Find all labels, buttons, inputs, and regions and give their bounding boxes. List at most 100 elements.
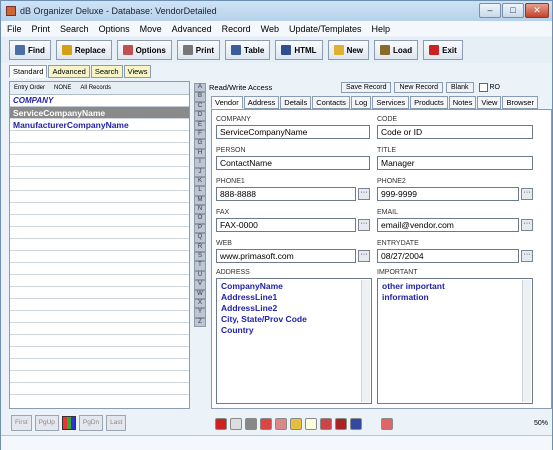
phone2-more-button[interactable]: ···	[521, 188, 533, 200]
person-field[interactable]: ContactName	[216, 156, 370, 170]
letter-o[interactable]: O	[194, 214, 206, 224]
letter-u[interactable]: U	[194, 270, 206, 281]
all-records-button[interactable]: All Records	[80, 85, 111, 91]
letter-f[interactable]: F	[194, 129, 206, 140]
search-record-icon[interactable]	[290, 418, 302, 430]
title-field[interactable]: Manager	[377, 156, 533, 170]
phone1-more-button[interactable]: ···	[358, 188, 370, 200]
letter-i[interactable]: I	[194, 158, 206, 168]
delete-icon[interactable]	[245, 418, 257, 430]
letter-q[interactable]: Q	[194, 233, 206, 243]
company-field[interactable]: ServiceCompanyName	[216, 125, 370, 139]
list-item[interactable]: ManufacturerCompanyName	[10, 119, 189, 131]
minimize-button[interactable]: –	[479, 3, 501, 18]
letter-k[interactable]: K	[194, 176, 206, 187]
tab-views[interactable]: Views	[123, 65, 152, 78]
list-item-empty[interactable]	[10, 191, 189, 203]
letter-w[interactable]: W	[194, 289, 206, 299]
load-button[interactable]: Load	[374, 40, 419, 60]
tab-contacts[interactable]: Contacts	[312, 96, 350, 109]
maximize-button[interactable]: □	[502, 3, 524, 18]
exit-button[interactable]: Exit	[423, 40, 463, 60]
letter-t[interactable]: T	[194, 261, 206, 271]
menu-move[interactable]: Move	[140, 24, 162, 34]
menu-help[interactable]: Help	[372, 24, 391, 34]
list-item-empty[interactable]	[10, 239, 189, 251]
fax-field[interactable]: FAX-0000	[216, 218, 356, 232]
letter-v[interactable]: V	[194, 280, 206, 290]
web-more-button[interactable]: ···	[358, 250, 370, 262]
letter-b[interactable]: B	[194, 92, 206, 102]
letter-h[interactable]: H	[194, 148, 206, 159]
tab-address[interactable]: Address	[243, 96, 280, 109]
address-scrollbar[interactable]	[361, 280, 370, 402]
menu-advanced[interactable]: Advanced	[172, 24, 212, 34]
entrydate-field[interactable]: 08/27/2004	[377, 249, 519, 263]
phone2-field[interactable]: 999-9999	[377, 187, 519, 201]
letter-a[interactable]: A	[194, 83, 206, 93]
menu-print[interactable]: Print	[32, 24, 51, 34]
first-record-button[interactable]: First	[11, 415, 32, 431]
important-textarea[interactable]: other important information	[377, 278, 533, 404]
html-button[interactable]: HTML	[275, 40, 323, 60]
menu-record[interactable]: Record	[222, 24, 251, 34]
letter-z[interactable]: Z	[194, 317, 206, 328]
list-item-empty[interactable]	[10, 383, 189, 395]
menu-file[interactable]: File	[7, 24, 22, 34]
phone1-field[interactable]: 888-8888	[216, 187, 356, 201]
letter-e[interactable]: E	[194, 120, 206, 130]
entrydate-more-button[interactable]: ···	[521, 250, 533, 262]
address-textarea[interactable]: CompanyName AddressLine1 AddressLine2 Ci…	[216, 278, 372, 404]
sort-none-button[interactable]: NONE	[54, 85, 71, 91]
page-up-button[interactable]: PgUp	[34, 415, 59, 431]
web-field[interactable]: www.primasoft.com	[216, 249, 356, 263]
list-item-empty[interactable]	[10, 275, 189, 287]
letter-y[interactable]: Y	[194, 308, 206, 318]
letter-x[interactable]: X	[194, 298, 206, 309]
tab-products[interactable]: Products	[410, 96, 448, 109]
letter-d[interactable]: D	[194, 111, 206, 121]
list-item-empty[interactable]	[10, 371, 189, 383]
letter-r[interactable]: R	[194, 242, 206, 253]
list-item-empty[interactable]	[10, 215, 189, 227]
list-item-empty[interactable]	[10, 251, 189, 263]
page-down-button[interactable]: PgDn	[78, 415, 104, 431]
arrow-left-icon[interactable]	[215, 418, 227, 430]
list-item-empty[interactable]	[10, 347, 189, 359]
letter-n[interactable]: N	[194, 205, 206, 215]
tab-browser[interactable]: Browser	[502, 96, 538, 109]
list-item-empty[interactable]	[10, 299, 189, 311]
document-icon[interactable]	[381, 418, 393, 430]
new-button[interactable]: New	[327, 40, 370, 60]
letter-p[interactable]: P	[194, 223, 206, 234]
tab-services[interactable]: Services	[372, 96, 410, 109]
tab-advanced[interactable]: Advanced	[48, 65, 90, 78]
last-record-button[interactable]: Last	[106, 415, 127, 431]
tab-details[interactable]: Details	[280, 96, 312, 109]
list-item-empty[interactable]	[10, 323, 189, 335]
export-icon[interactable]	[335, 418, 347, 430]
list-item-empty[interactable]	[10, 179, 189, 191]
report-icon[interactable]	[275, 418, 287, 430]
code-field[interactable]: Code or ID	[377, 125, 533, 139]
fax-more-button[interactable]: ···	[358, 219, 370, 231]
column-header-company[interactable]: COMPANY	[10, 95, 189, 107]
tab-standard[interactable]: Standard	[9, 65, 48, 78]
chart-icon[interactable]	[260, 418, 272, 430]
color-grid-icon[interactable]	[61, 416, 76, 430]
tab-view[interactable]: View	[477, 96, 502, 109]
save-record-button[interactable]: Save Record	[341, 82, 392, 93]
letter-l[interactable]: L	[194, 186, 206, 196]
menu-options[interactable]: Options	[99, 24, 130, 34]
table-button[interactable]: Table	[225, 40, 271, 60]
globe-icon[interactable]	[350, 418, 362, 430]
list-item-empty[interactable]	[10, 143, 189, 155]
list-item-empty[interactable]	[10, 131, 189, 143]
list-item-empty[interactable]	[10, 227, 189, 239]
idea-icon[interactable]	[305, 418, 317, 430]
list-item[interactable]: ServiceCompanyName	[10, 107, 189, 119]
menu-update-templates[interactable]: Update/Templates	[289, 24, 362, 34]
replace-button[interactable]: Replace	[55, 40, 112, 60]
list-item-empty[interactable]	[10, 263, 189, 275]
important-scrollbar[interactable]	[522, 280, 531, 402]
